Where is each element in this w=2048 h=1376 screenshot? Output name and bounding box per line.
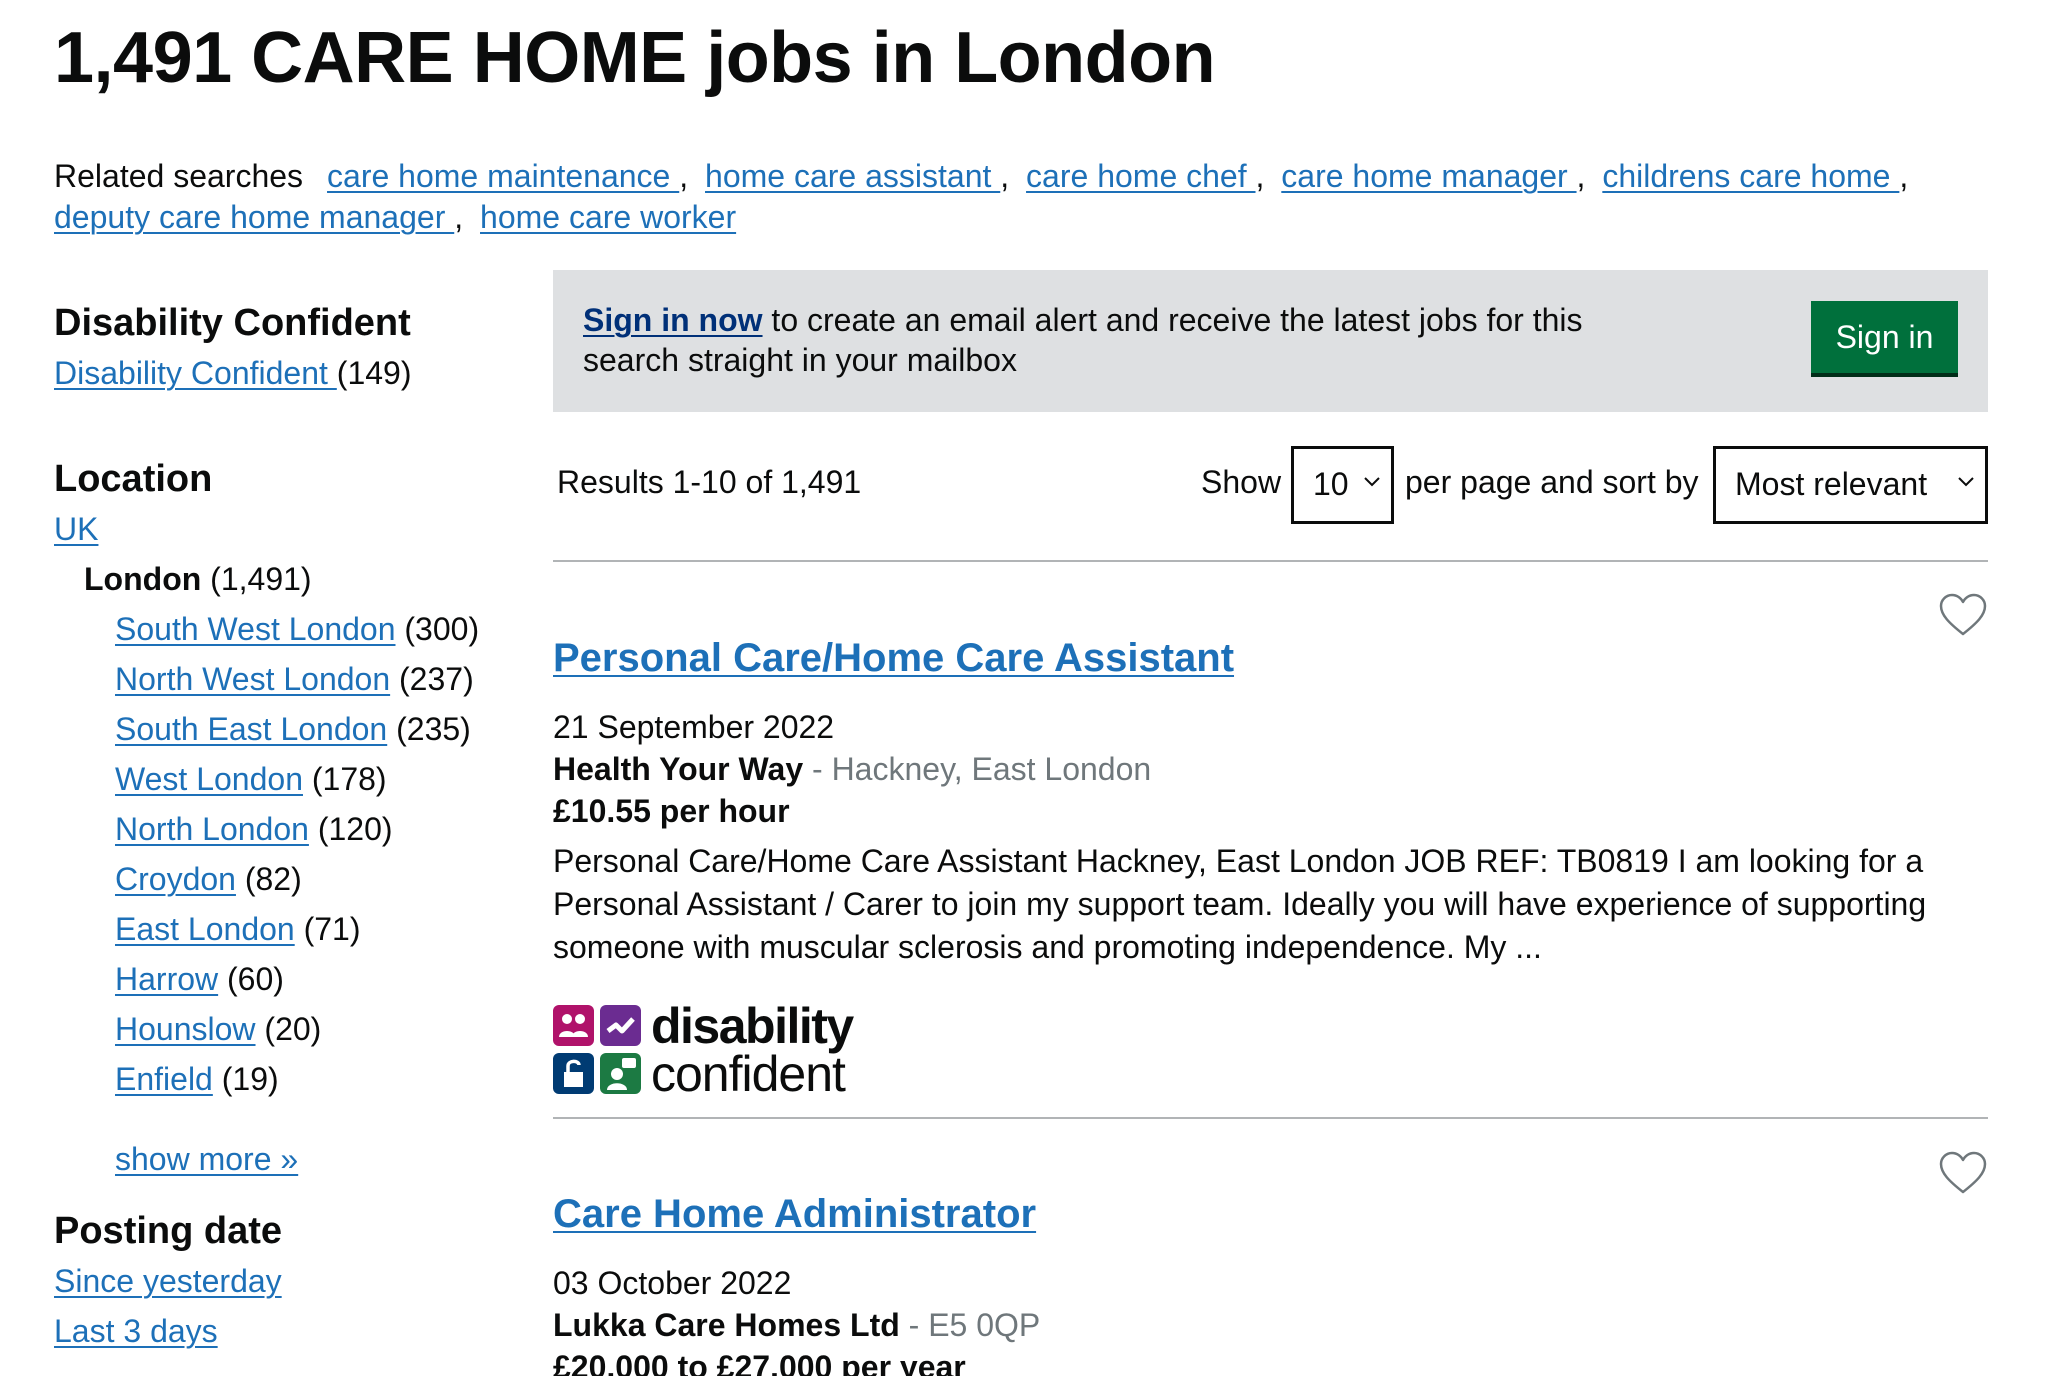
job-posted-date: 03 October 2022 [553,1265,792,1301]
show-more-locations-link[interactable]: show more » [115,1141,298,1177]
location-link-west-london[interactable]: West London [115,761,303,797]
filter-count: (19) [221,1061,279,1097]
job-separator: - [899,1307,929,1343]
job-card: Personal Care/Home Care Assistant 21 Sep… [553,592,1988,1102]
related-link-childrens-care-home[interactable]: childrens care home [1602,158,1899,194]
filter-count: (300) [404,611,480,647]
job-title-link[interactable]: Care Home Administrator [553,1188,1036,1240]
sort-value: Most relevant [1735,466,1928,502]
filter-count: (71) [303,911,361,947]
filter-count: (1,491) [210,561,312,597]
per-page-select[interactable]: 10 [1291,446,1394,524]
related-link-home-care-assistant[interactable]: home care assistant [705,158,1000,194]
job-description: Personal Care/Home Care Assistant Hackne… [553,843,1927,965]
posting-date-since-yesterday-link[interactable]: Since yesterday [54,1263,282,1299]
job-company-name: Health Your Way [553,751,804,787]
chevron-down-icon [1364,477,1380,487]
location-filter-heading: Location [54,458,213,500]
save-job-heart-icon[interactable] [1938,592,1988,638]
location-link-east-london[interactable]: East London [115,911,295,947]
results-count: Results 1-10 of 1,491 [557,464,862,500]
show-label: Show [1201,464,1282,500]
location-link-hounslow[interactable]: Hounslow [115,1011,256,1047]
filter-count: (237) [399,661,474,697]
job-salary: £10.55 per hour [553,793,790,829]
related-searches: Related searches care home maintenance , … [54,158,1909,235]
job-posted-date: 21 September 2022 [553,709,835,745]
related-searches-label: Related searches [54,158,304,194]
filter-count: (235) [396,711,471,747]
sort-label: per page and sort by [1405,464,1699,500]
filter-count: (149) [336,355,412,391]
job-salary: £20,000 to £27,000 per year [553,1349,966,1376]
related-link-deputy-care-home-manager[interactable]: deputy care home manager [54,199,454,235]
divider [553,560,1988,562]
location-link-enfield[interactable]: Enfield [115,1061,213,1097]
page-title: 1,491 CARE HOME jobs in London [54,18,1216,98]
results-toolbar: Results 1-10 of 1,491 Show 10 per page a… [553,446,1988,526]
related-link-care-home-maintenance[interactable]: care home maintenance [327,158,679,194]
sort-select[interactable]: Most relevant [1713,446,1988,524]
chevron-down-icon [1958,477,1974,487]
check-icon [600,1005,641,1046]
signin-alert-text: Sign in now to create an email alert and… [583,300,1593,380]
signin-now-link[interactable]: Sign in now [583,302,763,338]
signin-alert-banner: Sign in now to create an email alert and… [553,270,1988,412]
unlock-icon [553,1053,594,1094]
posting-date-last-3-days-link[interactable]: Last 3 days [54,1313,218,1349]
related-link-care-home-manager[interactable]: care home manager [1281,158,1576,194]
job-separator: - [803,751,832,787]
divider [553,1117,1988,1119]
job-location: E5 0QP [928,1307,1041,1343]
location-link-south-west-london[interactable]: South West London [115,611,396,647]
dc-logo-word-confident: confident [651,1046,846,1102]
location-link-south-east-london[interactable]: South East London [115,711,387,747]
per-page-value: 10 [1313,466,1349,502]
location-current: London [84,561,202,597]
job-title-link[interactable]: Personal Care/Home Care Assistant [553,632,1234,684]
people-icon [553,1005,594,1046]
location-uk-link[interactable]: UK [54,511,98,547]
location-link-harrow[interactable]: Harrow [115,961,218,997]
disability-filter-heading: Disability Confident [54,302,411,344]
related-link-care-home-chef[interactable]: care home chef [1026,158,1255,194]
job-card: Care Home Administrator 03 October 2022 … [553,1150,1988,1376]
filter-count: (82) [244,861,302,897]
signin-button[interactable]: Sign in [1811,301,1958,377]
speech-person-icon [600,1053,641,1094]
filter-count: (20) [264,1011,322,1047]
job-company-name: Lukka Care Homes Ltd [553,1307,900,1343]
job-employer: Health Your Way - Hackney, East London [553,748,1988,790]
location-link-croydon[interactable]: Croydon [115,861,236,897]
filter-sidebar: Disability Confident Disability Confiden… [54,300,514,1356]
posting-date-filter-heading: Posting date [54,1210,283,1252]
job-employer: Lukka Care Homes Ltd - E5 0QP [553,1304,1988,1346]
location-link-north-london[interactable]: North London [115,811,309,847]
related-link-home-care-worker[interactable]: home care worker [480,199,736,235]
filter-count: (60) [227,961,284,997]
filter-count: (178) [311,761,387,797]
job-location: Hackney, East London [831,751,1152,787]
save-job-heart-icon[interactable] [1938,1150,1988,1196]
location-link-north-west-london[interactable]: North West London [115,661,390,697]
filter-count: (120) [317,811,393,847]
disability-confident-filter-link[interactable]: Disability Confident [54,355,337,391]
disability-confident-logo: disability confident [553,998,1988,1102]
